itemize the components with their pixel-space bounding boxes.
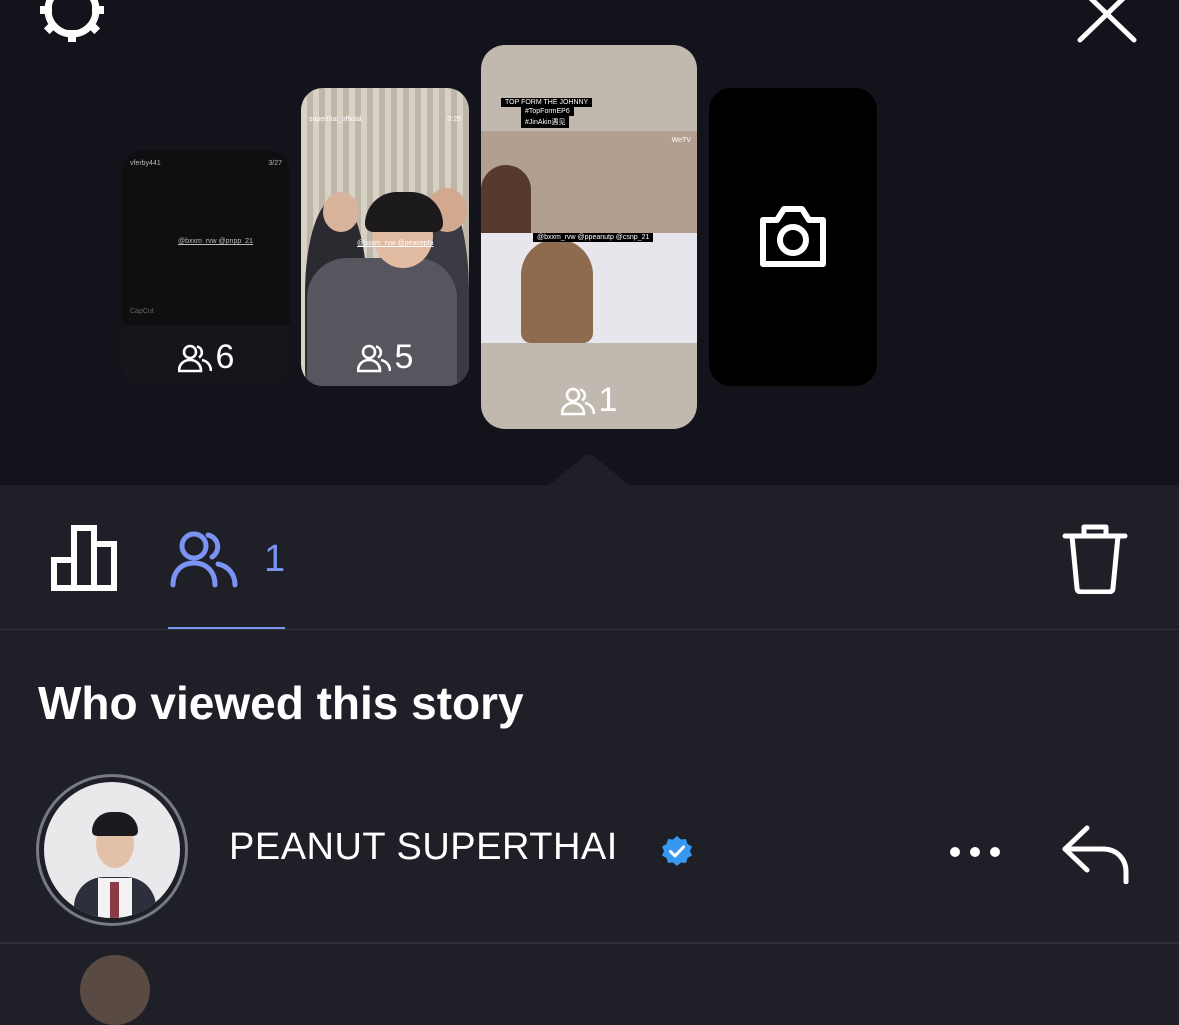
story-thumbnail-1[interactable]: vferby441 3/27 @bxxm_rvw @pnpp_21 CapCut… [122,150,290,386]
story-3-mention: @bxxm_rvw @ppeanutp @csnp_21 [533,233,653,242]
more-icon[interactable] [948,836,1002,868]
tabs-divider [0,629,1179,630]
next-viewer-avatar[interactable] [80,955,150,1025]
story-2-face-left [323,192,359,232]
verified-badge-icon [661,835,693,867]
viewer-row[interactable]: PEANUT SUPERTHAI [0,766,1179,942]
avatar[interactable] [36,774,188,926]
story-1-viewers: 6 [216,338,235,377]
settings-icon[interactable] [36,0,108,46]
people-icon [170,529,238,589]
story-1-watermark: CapCut [130,308,154,315]
selection-pointer [549,453,629,485]
story-3-person [481,165,531,233]
tab-viewers[interactable]: 1 [170,528,290,590]
story-2-viewers: 5 [395,338,414,377]
trash-icon[interactable] [1062,522,1128,594]
story-3-caption-3: #JinAkin遇见 [521,116,569,128]
people-icon [561,386,595,416]
story-3-caption-1: TOP FORM THE JOHNNY [501,98,592,107]
avatar-tie [110,882,119,918]
story-1-mention: @bxxm_rvw @pnpp_21 [178,238,253,245]
close-icon[interactable] [1076,0,1140,44]
story-thumbnail-3-selected[interactable]: TOP FORM THE JOHNNY #TopFormEP6 #JinAkin… [481,45,697,429]
people-icon [357,343,391,373]
story-3-caption-2: #TopFormEP6 [521,107,574,116]
story-1-viewer-count: 6 [122,338,290,377]
story-3-viewer-count: 1 [481,381,697,420]
story-thumbnail-2[interactable]: superthai_official 0:25 @bxxm_rvw @peace… [301,88,469,386]
avatar-hair [92,812,138,836]
story-1-time: 3/27 [268,160,282,167]
story-3-channel: WeTV [672,137,691,144]
avatar-image [44,782,180,918]
reply-icon[interactable] [1060,822,1132,884]
story-1-username: vferby441 [130,160,161,167]
add-story-card[interactable] [709,88,877,386]
story-2-mention: @bxxm_rvw @peacepfa [357,240,433,247]
people-icon [178,343,212,373]
story-3-anime-character [521,239,593,343]
camera-icon [757,200,829,270]
section-title: Who viewed this story [38,676,524,730]
story-2-username: superthai_official [309,116,361,123]
story-2-time: 0:25 [447,116,461,123]
viewer-row-divider [0,942,1179,944]
story-3-viewers: 1 [599,381,618,420]
bar-chart-icon[interactable] [50,524,118,592]
story-2-viewer-count: 5 [301,338,469,377]
viewer-name[interactable]: PEANUT SUPERTHAI [229,826,618,869]
viewers-tab-count: 1 [264,538,285,581]
